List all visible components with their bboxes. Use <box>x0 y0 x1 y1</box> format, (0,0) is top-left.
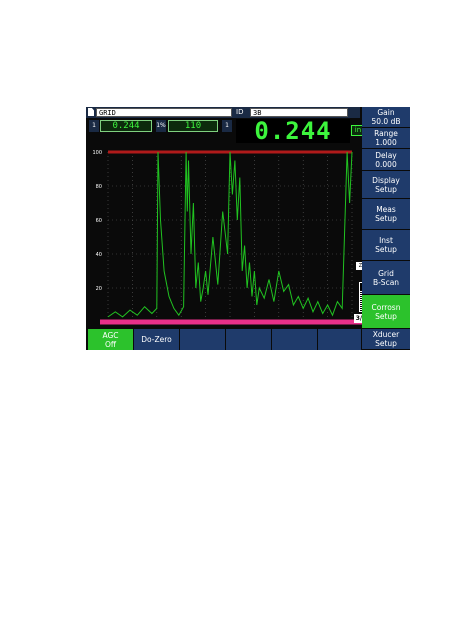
display-setup-line2: Setup <box>375 184 397 194</box>
plot-background <box>86 147 362 329</box>
display-setup-line1: Display <box>372 175 400 185</box>
gate3-icon: 1 <box>222 120 232 132</box>
gain-title: Gain <box>377 108 395 117</box>
corrosion-setup-line2: Setup <box>375 311 397 321</box>
range-title: Range <box>374 129 398 138</box>
xducer-setup-line2: Setup <box>375 339 397 348</box>
agc-button[interactable]: AGC Off <box>88 329 134 350</box>
do-zero-label: Do-Zero <box>141 335 172 344</box>
grid-bscan-button[interactable]: Grid B-Scan <box>362 261 410 295</box>
inst-setup-line2: Setup <box>375 245 397 254</box>
gate2-icon: 1% <box>156 120 166 132</box>
inst-setup-button[interactable]: Inst Setup <box>362 230 410 261</box>
meas-setup-line2: Setup <box>375 214 397 223</box>
bottom-key-3[interactable] <box>180 329 226 350</box>
gain-button[interactable]: Gain 50.0 dB <box>362 107 410 128</box>
bottom-key-5[interactable] <box>272 329 318 350</box>
corrosion-setup-line1: Corrosn <box>371 302 401 312</box>
y-tick-label: 40 <box>96 252 102 258</box>
file-name-field[interactable]: GRID <box>96 108 232 117</box>
delay-value: 0.000 <box>375 159 397 169</box>
gate1-icon: 1 <box>89 120 99 132</box>
meas-setup-button[interactable]: Meas Setup <box>362 199 410 230</box>
y-tick-label: 60 <box>96 218 102 224</box>
id-label: ID <box>236 108 244 116</box>
xducer-setup-line1: Xducer <box>372 330 400 339</box>
bottom-key-6[interactable] <box>318 329 362 350</box>
inst-setup-line1: Inst <box>379 236 393 245</box>
delay-button[interactable]: Delay 0.000 <box>362 149 410 171</box>
id-field[interactable]: 3B <box>250 108 348 117</box>
meas-setup-line1: Meas <box>376 205 396 214</box>
xducer-setup-button[interactable]: Xducer Setup <box>362 329 410 350</box>
y-tick-label: 80 <box>96 184 102 190</box>
y-tick-label: 20 <box>96 286 102 292</box>
display-setup-button[interactable]: Display Setup <box>362 171 410 199</box>
a-scan-plot: 10080604020 12345678910 <box>86 147 362 329</box>
agc-value: Off <box>104 339 117 349</box>
corrosion-setup-button[interactable]: Corrosn Setup <box>362 295 410 329</box>
gate2-reading: 110 <box>168 120 218 132</box>
gate1-reading: 0.244 <box>100 120 152 132</box>
bottom-key-4[interactable] <box>226 329 272 350</box>
thickness-reading: 0.244 <box>236 119 350 143</box>
file-icon <box>88 108 94 116</box>
gain-value: 50.0 dB <box>371 117 401 126</box>
do-zero-button[interactable]: Do-Zero <box>134 329 180 350</box>
agc-title: AGC <box>102 330 119 340</box>
grid-bscan-line2: B-Scan <box>372 277 400 287</box>
delay-title: Delay <box>375 150 397 160</box>
instrument-screen: GRID ID 3B 1 0.244 1% 110 1 0.244 in 100… <box>86 107 410 350</box>
range-button[interactable]: Range 1.000 <box>362 128 410 149</box>
grid-bscan-line1: Grid <box>378 268 394 278</box>
y-tick-label: 100 <box>92 150 102 156</box>
range-value: 1.000 <box>375 138 397 147</box>
